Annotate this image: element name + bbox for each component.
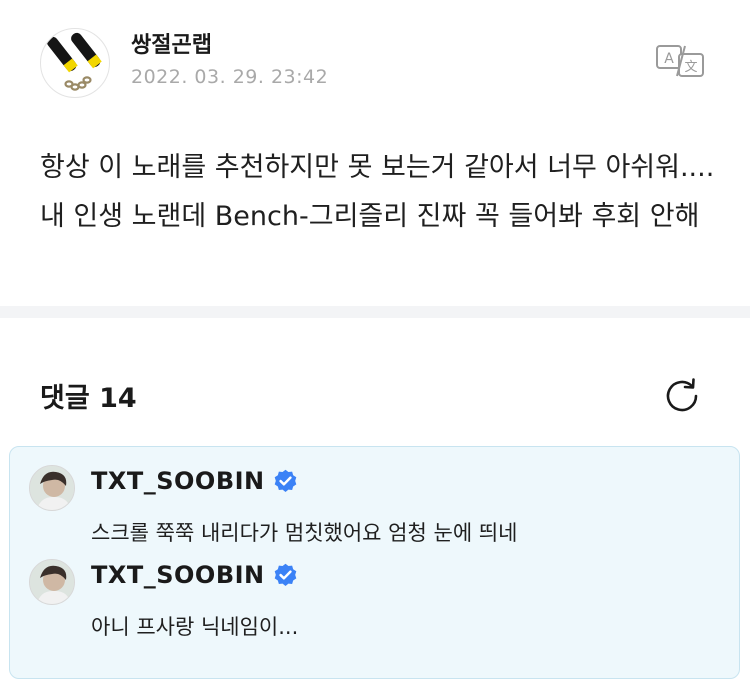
avatar-photo-icon bbox=[30, 560, 74, 604]
svg-text:A: A bbox=[664, 51, 674, 67]
avatar-photo-icon bbox=[30, 466, 74, 510]
commenter-avatar[interactable] bbox=[29, 559, 75, 605]
commenter-avatar[interactable] bbox=[29, 465, 75, 511]
translate-button[interactable]: A 文 bbox=[655, 42, 707, 80]
comment-item[interactable]: TXT_SOOBIN 스크롤 쭉쭉 내리다가 멈칫했어요 엄청 눈에 띄네 bbox=[10, 459, 739, 554]
comments-title: 댓글 14 bbox=[40, 383, 137, 414]
commenter-username[interactable]: TXT_SOOBIN bbox=[91, 467, 265, 495]
comment-author: TXT_SOOBIN bbox=[91, 561, 299, 589]
verified-badge-icon bbox=[274, 469, 296, 492]
comment-author: TXT_SOOBIN bbox=[91, 467, 299, 495]
author-name[interactable]: 쌍절곤랩 bbox=[131, 27, 212, 59]
post-header: 쌍절곤랩 2022. 03. 29. 23:42 A 文 bbox=[0, 0, 750, 120]
verified-badge-icon bbox=[274, 563, 296, 586]
commenter-username[interactable]: TXT_SOOBIN bbox=[91, 561, 265, 589]
svg-text:文: 文 bbox=[684, 60, 697, 75]
comment-thread: TXT_SOOBIN 스크롤 쭉쭉 내리다가 멈칫했어요 엄청 눈에 띄네 TX… bbox=[9, 446, 740, 679]
section-divider bbox=[0, 306, 750, 318]
author-avatar[interactable] bbox=[40, 28, 110, 98]
comment-text: 아니 프사랑 닉네임이... bbox=[91, 615, 299, 639]
refresh-button[interactable] bbox=[660, 374, 704, 418]
comment-text: 스크롤 쭉쭉 내리다가 멈칫했어요 엄청 눈에 띄네 bbox=[91, 521, 518, 545]
nunchaku-icon bbox=[47, 32, 102, 91]
post-date: 2022. 03. 29. 23:42 bbox=[131, 66, 329, 88]
refresh-icon bbox=[666, 378, 698, 412]
comment-item[interactable]: TXT_SOOBIN 아니 프사랑 닉네임이... bbox=[10, 553, 739, 648]
translate-icon: A 文 bbox=[656, 45, 704, 77]
post-body: 항상 이 노래를 추천하지만 못 보는거 같아서 너무 아쉬워....내 인생 … bbox=[40, 152, 715, 232]
